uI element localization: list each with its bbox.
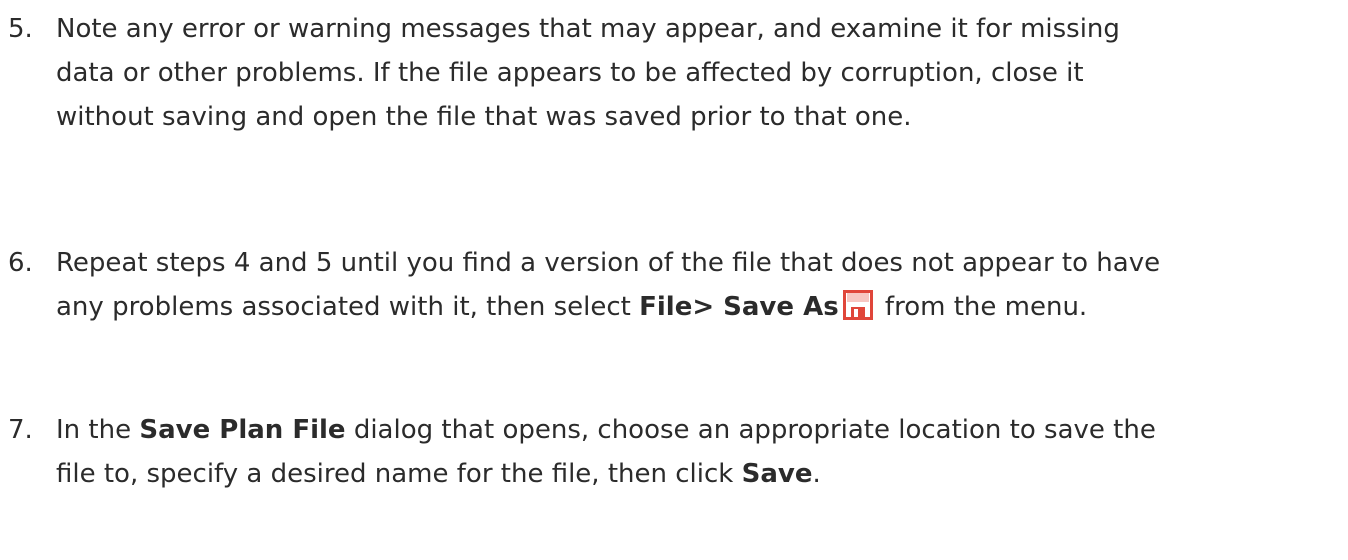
step-text-segment: file to, specify a desired name for the …: [56, 459, 742, 489]
step-text-line: file to, specify a desired name for the …: [56, 452, 1336, 496]
step-text-line: any problems associated with it, then se…: [56, 285, 1336, 329]
step-text-segment: dialog that opens, choose an appropriate…: [345, 415, 1156, 445]
step-text-segment: any problems associated with it, then se…: [56, 292, 640, 322]
step-text-line: data or other problems. If the file appe…: [56, 58, 1084, 88]
step-text-line: Repeat steps 4 and 5 until you find a ve…: [56, 248, 1161, 278]
step-number: 6.: [8, 248, 33, 278]
step-text-line: without saving and open the file that wa…: [56, 102, 912, 132]
step-text: Note any error or warning messages that …: [56, 7, 1336, 139]
step-text-segment: In the: [56, 415, 140, 445]
step-text: In the Save Plan File dialog that opens,…: [56, 408, 1336, 496]
step-number: 7.: [8, 415, 33, 445]
dialog-name: Save Plan File: [139, 415, 346, 445]
step-number: 5.: [8, 14, 33, 44]
step-text-line: In the Save Plan File dialog that opens,…: [56, 408, 1336, 452]
menu-path: File> Save As: [639, 292, 839, 322]
step-text-segment: .: [812, 459, 821, 489]
save-as-icon: [842, 290, 873, 320]
step-text: Repeat steps 4 and 5 until you find a ve…: [56, 241, 1336, 329]
step-text-segment: from the menu.: [876, 292, 1088, 322]
button-name: Save: [741, 459, 813, 489]
step-text-line: Note any error or warning messages that …: [56, 14, 1120, 44]
